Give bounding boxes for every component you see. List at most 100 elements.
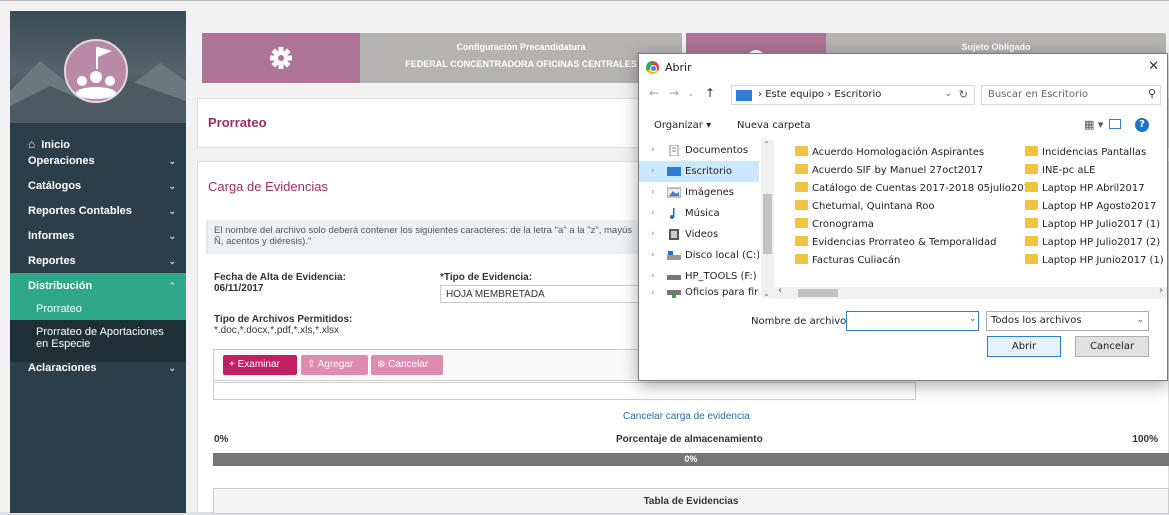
tree-item-documentos[interactable]: › Documentos	[639, 140, 759, 161]
folder-icon	[795, 254, 808, 264]
nav-label: Operaciones	[28, 155, 95, 167]
tree-item-hp-tools[interactable]: › HP_TOOLS (F:)	[639, 266, 759, 287]
file-name: Incidencias Pantallas	[1042, 147, 1147, 158]
nav-operaciones[interactable]: Operaciones ⌄	[10, 148, 186, 174]
tree-item-musica[interactable]: › Música	[639, 203, 759, 224]
section-title: Carga de Evidencias	[208, 179, 328, 194]
recent-dropdown-icon[interactable]: ⌄	[687, 89, 695, 99]
list-item[interactable]: Facturas Culiacán	[795, 252, 900, 270]
up-arrow-icon[interactable]: ↑	[705, 86, 715, 100]
tree-item-oficios[interactable]: › Oficios para firm	[639, 287, 759, 299]
sub-item-prorrateo-especie[interactable]: Prorrateo de Aportaciones en Especie	[10, 326, 170, 350]
search-icon: ⚲	[1147, 87, 1156, 100]
tree-scroll-thumb[interactable]	[763, 194, 772, 254]
sidebar: ⌂ Inicio Operaciones ⌄ Catálogos ⌄ Reportes…	[10, 11, 186, 513]
gear-icon	[270, 47, 292, 69]
forward-arrow-icon[interactable]: →	[669, 86, 679, 100]
chevron-down-icon: ⌄	[168, 181, 176, 191]
tree-item-imagenes[interactable]: › Imágenes	[639, 182, 759, 203]
list-item[interactable]: Evidencias Prorrateo & Temporalidad	[795, 234, 996, 252]
list-item[interactable]: Acuerdo SIF by Manuel 27oct2017	[795, 162, 983, 180]
scroll-up-icon[interactable]: ⌃	[763, 140, 770, 149]
organizar-label: Organizar	[654, 120, 703, 131]
cancel-upload-link[interactable]: Cancelar carga de evidencia	[623, 411, 750, 422]
desktop-icon	[667, 167, 681, 176]
filename-label: Nombre de archivo:	[751, 316, 850, 327]
file-name: Acuerdo SIF by Manuel 27oct2017	[812, 165, 984, 176]
header-cards: Configuración Precandidatura FEDERAL CON…	[202, 33, 682, 83]
nav-reportes-contables[interactable]: Reportes Contables ⌄	[10, 198, 186, 224]
refresh-icon[interactable]: ↻	[959, 88, 968, 101]
chevron-down-icon: ⌄	[168, 206, 176, 216]
nueva-carpeta-button[interactable]: Nueva carpeta	[737, 120, 810, 131]
tree-item-disco-c[interactable]: › Disco local (C:)	[639, 245, 759, 266]
breadcrumb-escritorio[interactable]: Escritorio	[834, 89, 881, 100]
folder-icon	[1025, 218, 1038, 228]
nav-catalogos[interactable]: Catálogos ⌄	[10, 173, 186, 199]
cancel-button[interactable]: Cancelar	[1075, 336, 1149, 357]
chevron-down-icon: ⌄	[168, 363, 176, 373]
list-item[interactable]: Laptop HP Abril2017	[1025, 180, 1145, 198]
back-arrow-icon[interactable]: ←	[649, 86, 659, 100]
scroll-left-icon[interactable]: ‹	[778, 285, 782, 296]
folder-icon	[1025, 200, 1038, 210]
scroll-right-icon[interactable]: ›	[1159, 285, 1163, 296]
file-name: Chetumal, Quintana Roo	[812, 201, 935, 212]
page-title: Prorrateo	[208, 115, 267, 130]
progress-label: 0%	[684, 454, 698, 464]
preview-pane-icon[interactable]	[1109, 119, 1121, 129]
list-item[interactable]: Laptop HP Julio2017 (1)	[1025, 216, 1160, 234]
tree-scrollbar[interactable]: ⌃ ⌄	[761, 140, 774, 298]
people-icon	[76, 47, 116, 99]
file-list-hscrollbar[interactable]: ‹ ›	[774, 285, 1167, 299]
filename-input[interactable]	[846, 311, 979, 331]
tree-label: Documentos	[685, 145, 749, 156]
agregar-button[interactable]: ⇧ Agregar	[301, 355, 368, 375]
folder-icon	[736, 90, 752, 101]
address-path[interactable]: › Este equipo › Escritorio ⌄ ↻	[731, 85, 975, 105]
nav-aclaraciones[interactable]: Aclaraciones ⌄	[10, 355, 186, 381]
dialog-title: Abrir	[665, 61, 692, 74]
file-name: Laptop HP Agosto2017	[1042, 201, 1157, 212]
tipo-label: *Tipo de Evidencia:	[440, 272, 533, 283]
nav-informes[interactable]: Informes ⌄	[10, 223, 186, 249]
hscroll-thumb[interactable]	[798, 289, 838, 297]
list-item[interactable]: Laptop HP Julio2017 (2)	[1025, 234, 1160, 252]
chevron-down-icon: ⌄	[1136, 315, 1144, 325]
list-item[interactable]: Laptop HP Junio2017 (1)	[1025, 252, 1164, 270]
evidence-table-header: Tabla de Evidencias	[213, 488, 1169, 514]
folder-tree: › Documentos › Escritorio › Imágenes › Músic…	[639, 140, 774, 298]
list-item[interactable]: Acuerdo Homologación Aspirantes	[795, 144, 984, 162]
list-item[interactable]: Laptop HP Agosto2017	[1025, 198, 1156, 216]
list-item[interactable]: INE-pc aLE	[1025, 162, 1095, 180]
tree-item-escritorio[interactable]: › Escritorio	[639, 161, 759, 182]
search-input[interactable]: Buscar en Escritorio ⚲	[981, 85, 1161, 105]
list-item[interactable]: Cronograma	[795, 216, 874, 234]
nav-label: Aclaraciones	[28, 362, 97, 374]
card-line1: Sujeto Obligado	[961, 42, 1031, 52]
breadcrumb-equipo[interactable]: Este equipo	[765, 89, 824, 100]
tipo-value: HOJA MEMBRETADA	[446, 289, 545, 300]
chevron-down-icon[interactable]: ⌄	[969, 314, 977, 324]
filetype-select[interactable]: Todos los archivos ⌄	[986, 311, 1149, 331]
list-item[interactable]: Chetumal, Quintana Roo	[795, 198, 935, 216]
examinar-button[interactable]: + Examinar	[223, 355, 297, 375]
tree-item-videos[interactable]: › Videos	[639, 224, 759, 245]
chrome-icon	[646, 61, 659, 74]
list-item[interactable]: Catálogo de Cuentas 2017-2018 05julio201…	[795, 180, 1036, 198]
organizar-menu[interactable]: Organizar ▾	[654, 120, 711, 131]
scroll-down-icon[interactable]: ⌄	[763, 289, 770, 298]
sub-item-prorrateo[interactable]: Prorrateo	[10, 298, 186, 320]
nav-label: Reportes	[28, 255, 76, 267]
cancelar-button[interactable]: ⊗ Cancelar	[371, 355, 443, 375]
view-options-icon[interactable]: ▦ ▾	[1084, 118, 1103, 131]
tipo-select[interactable]: HOJA MEMBRETADA	[440, 285, 640, 303]
nav-reportes[interactable]: Reportes ⌄	[10, 248, 186, 274]
close-icon[interactable]: ✕	[1148, 59, 1159, 74]
help-icon[interactable]: ?	[1135, 118, 1149, 132]
nav-label: Informes	[28, 230, 75, 242]
list-item[interactable]: Incidencias Pantallas	[1025, 144, 1146, 162]
open-button[interactable]: Abrir	[987, 336, 1061, 357]
nav-distribucion[interactable]: Distribución ⌃	[10, 273, 186, 299]
chevron-down-icon[interactable]: ⌄	[944, 89, 952, 99]
